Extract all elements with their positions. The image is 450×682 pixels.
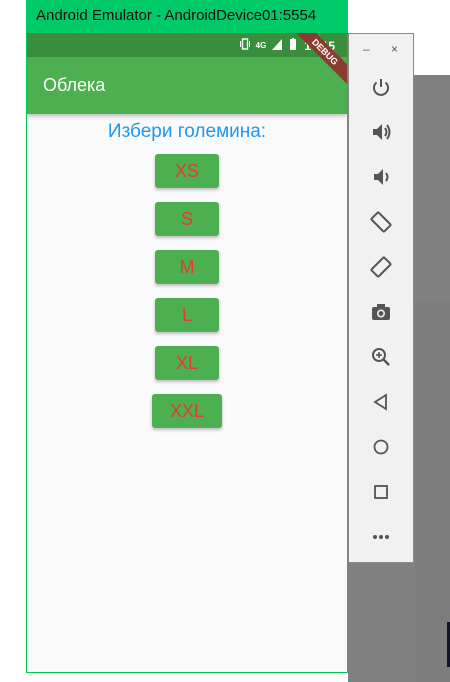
app-bar: Облека [27,57,347,114]
volume-up-icon[interactable] [368,119,394,145]
app-title: Облека [43,75,106,95]
power-icon[interactable] [368,74,394,100]
signal-icon [272,38,283,53]
size-button-l[interactable]: L [155,298,219,332]
rotate-right-icon[interactable] [368,254,394,280]
close-button[interactable]: × [391,42,398,56]
size-button-s[interactable]: S [155,202,219,236]
camera-icon[interactable] [368,299,394,325]
rotate-left-icon[interactable] [368,209,394,235]
overview-icon[interactable] [368,479,394,505]
volume-down-icon[interactable] [368,164,394,190]
vibrate-icon [239,38,250,53]
emulator-window: Android Emulator - AndroidDevice01:5554 … [26,0,348,673]
more-icon[interactable] [368,524,394,550]
minimize-button[interactable]: – [363,42,370,56]
emulator-toolbar: – × [348,33,414,563]
home-icon[interactable] [368,434,394,460]
back-icon[interactable] [368,389,394,415]
window-title: Android Emulator - AndroidDevice01:5554 [26,0,348,33]
size-button-xxl[interactable]: XXL [152,394,222,428]
size-prompt: Избери големина: [107,121,267,142]
phone-screen: 4G 10:15 Облека DEBUG Избери големина: X… [27,33,347,672]
network-type: 4G [255,41,267,50]
size-button-m[interactable]: M [155,250,219,284]
battery-icon [288,38,298,53]
size-button-xs[interactable]: XS [155,154,219,188]
desktop-background-strip [415,302,450,682]
size-button-xl[interactable]: XL [155,346,219,380]
zoom-icon[interactable] [368,344,394,370]
